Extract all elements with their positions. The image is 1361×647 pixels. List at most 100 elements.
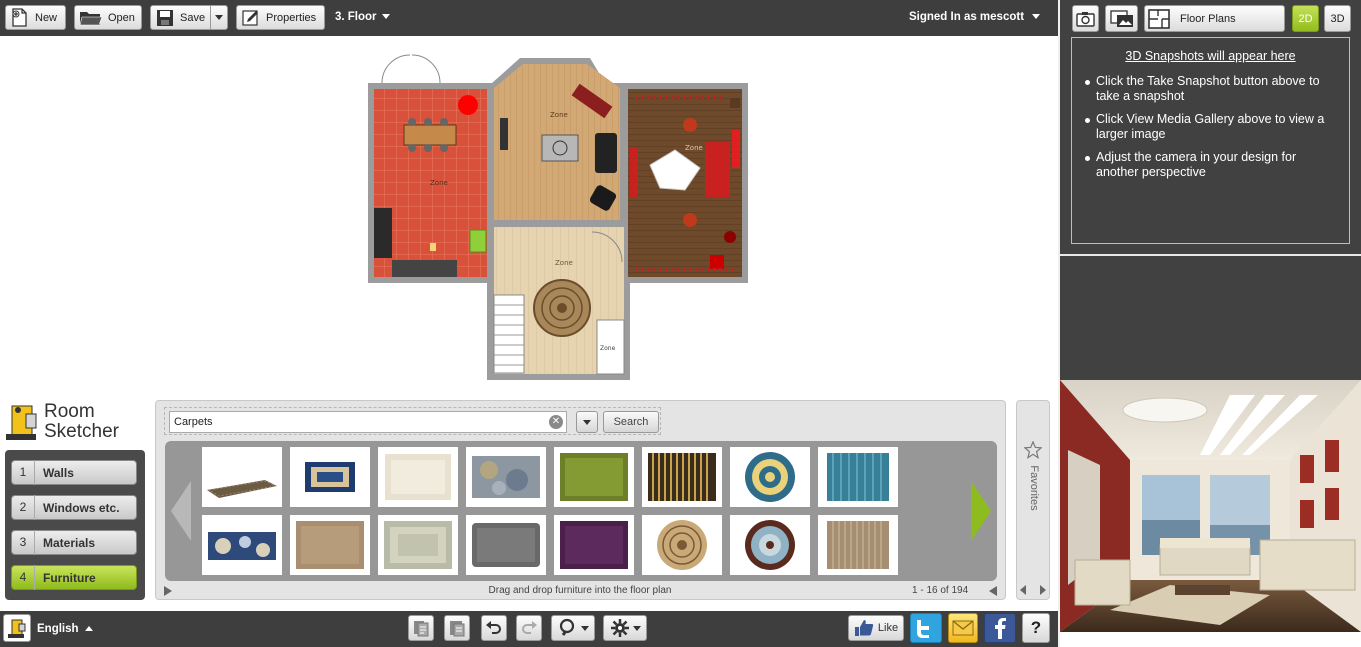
- step-number: 3: [12, 530, 35, 555]
- camera-icon: [1076, 11, 1095, 27]
- view-3d-toggle[interactable]: 3D: [1324, 5, 1351, 32]
- zone-label: Zone: [430, 179, 448, 187]
- prev-page-arrow-icon[interactable]: [171, 481, 193, 541]
- floor-plans-button[interactable]: Floor Plans: [1144, 5, 1285, 32]
- catalog-item[interactable]: [378, 447, 458, 507]
- search-input-value: Carpets: [174, 416, 213, 428]
- save-dropdown-toggle[interactable]: [210, 6, 227, 29]
- pencil-icon: [240, 8, 262, 27]
- catalog-item[interactable]: [642, 447, 722, 507]
- catalog-grid: [165, 441, 997, 581]
- catalog-item[interactable]: [290, 447, 370, 507]
- zone-label: Zone: [600, 345, 616, 352]
- chevron-down-icon: [381, 14, 390, 20]
- step-number: 4: [12, 565, 35, 590]
- redo-button[interactable]: [516, 615, 542, 641]
- catalog-item[interactable]: [642, 515, 722, 575]
- copy-button[interactable]: [408, 615, 434, 641]
- roomsketcher-home-button[interactable]: [3, 614, 31, 642]
- search-button[interactable]: Search: [603, 411, 659, 433]
- catalog-item[interactable]: [818, 447, 898, 507]
- email-share-button[interactable]: [948, 613, 978, 643]
- chevron-down-icon: [215, 15, 223, 20]
- catalog-item[interactable]: [466, 447, 546, 507]
- logo-mascot-icon: [6, 405, 37, 440]
- catalog-item[interactable]: [202, 447, 282, 507]
- properties-button[interactable]: Properties: [236, 5, 325, 30]
- chevron-up-icon: [84, 626, 93, 632]
- gallery-icon: [1109, 9, 1133, 27]
- star-icon: [1024, 441, 1042, 459]
- step-materials[interactable]: 3 Materials: [11, 530, 137, 555]
- catalog-item[interactable]: [554, 447, 634, 507]
- catalog-item[interactable]: [290, 515, 370, 575]
- favorites-tab[interactable]: Favorites: [1016, 400, 1050, 600]
- close-icon: ✕: [551, 416, 561, 427]
- open-button[interactable]: Open: [74, 5, 142, 30]
- step-windows[interactable]: 2 Windows etc.: [11, 495, 137, 520]
- catalog-item[interactable]: [378, 515, 458, 575]
- chevron-down-icon: [580, 625, 589, 631]
- facebook-icon: [995, 618, 1006, 639]
- catalog-item[interactable]: [730, 447, 810, 507]
- facebook-like-button[interactable]: Like: [848, 615, 904, 641]
- logo-text: Room Sketcher: [44, 402, 119, 442]
- snapshot-placeholder: 3D Snapshots will appear here Click the …: [1071, 37, 1350, 244]
- 3d-preview-image[interactable]: [1060, 380, 1361, 632]
- open-folder-icon: [78, 8, 104, 27]
- help-button[interactable]: ?: [1022, 613, 1050, 643]
- new-button[interactable]: New: [5, 5, 66, 30]
- panel-separator: [1060, 254, 1361, 256]
- twitter-button[interactable]: [910, 613, 942, 643]
- chevron-down-icon: [1032, 14, 1041, 20]
- catalog-item[interactable]: [730, 515, 810, 575]
- clear-search-button[interactable]: ✕: [549, 415, 563, 429]
- zoom-button[interactable]: [551, 615, 595, 641]
- floor-plan-canvas[interactable]: Zone Zone Zone Zone Zone: [360, 50, 760, 385]
- search-input[interactable]: Carpets: [169, 411, 567, 433]
- design-steps: 1 Walls 2 Windows etc. 3 Materials 4 Fur…: [5, 450, 145, 600]
- catalog-item[interactable]: [466, 515, 546, 575]
- zone-label: Zone: [685, 144, 703, 152]
- catalog-item[interactable]: [818, 515, 898, 575]
- catalog-item[interactable]: [554, 515, 634, 575]
- floor-plans-label: Floor Plans: [1180, 12, 1236, 25]
- logo-line1: Room: [44, 401, 95, 422]
- chevron-down-icon: [632, 625, 641, 631]
- envelope-icon: [952, 620, 974, 636]
- search-category-dropdown[interactable]: [576, 411, 598, 433]
- chevron-down-icon: [583, 419, 591, 425]
- save-button[interactable]: Save: [150, 5, 228, 30]
- facebook-button[interactable]: [984, 613, 1016, 643]
- language-selector[interactable]: English: [37, 623, 93, 635]
- scroll-right-icon[interactable]: [989, 586, 997, 596]
- step-label: Materials: [43, 535, 96, 550]
- undo-icon: [486, 621, 501, 634]
- signed-in-label: Signed In as mescott: [909, 11, 1025, 23]
- drag-drop-hint: Drag and drop furniture into the floor p…: [488, 585, 672, 596]
- account-menu[interactable]: Signed In as mescott: [909, 11, 1041, 23]
- next-page-arrow-icon[interactable]: [969, 481, 991, 541]
- floor-selector-label: 3. Floor: [335, 11, 377, 23]
- step-walls[interactable]: 1 Walls: [11, 460, 137, 485]
- language-label: English: [37, 623, 79, 635]
- favorites-label: Favorites: [1028, 465, 1040, 511]
- zone-label: Zone: [555, 259, 573, 267]
- media-gallery-button[interactable]: [1105, 5, 1138, 32]
- floor-selector[interactable]: 3. Floor: [335, 11, 390, 23]
- settings-button[interactable]: [603, 615, 647, 641]
- step-number: 2: [12, 495, 35, 520]
- take-snapshot-button[interactable]: [1072, 5, 1099, 32]
- floor-plan-icon: [1148, 8, 1170, 29]
- thumbs-up-icon: [854, 620, 874, 636]
- search-button-label: Search: [613, 416, 649, 428]
- step-furniture[interactable]: 4 Furniture: [11, 565, 137, 590]
- view-2d-toggle[interactable]: 2D: [1292, 5, 1319, 32]
- paste-button[interactable]: [444, 615, 470, 641]
- undo-button[interactable]: [481, 615, 507, 641]
- catalog-item[interactable]: [202, 515, 282, 575]
- step-label: Windows etc.: [43, 500, 120, 515]
- save-disk-icon: [154, 8, 176, 27]
- favorites-scroll-icon[interactable]: [1020, 585, 1046, 595]
- logo-mascot-icon: [8, 619, 26, 638]
